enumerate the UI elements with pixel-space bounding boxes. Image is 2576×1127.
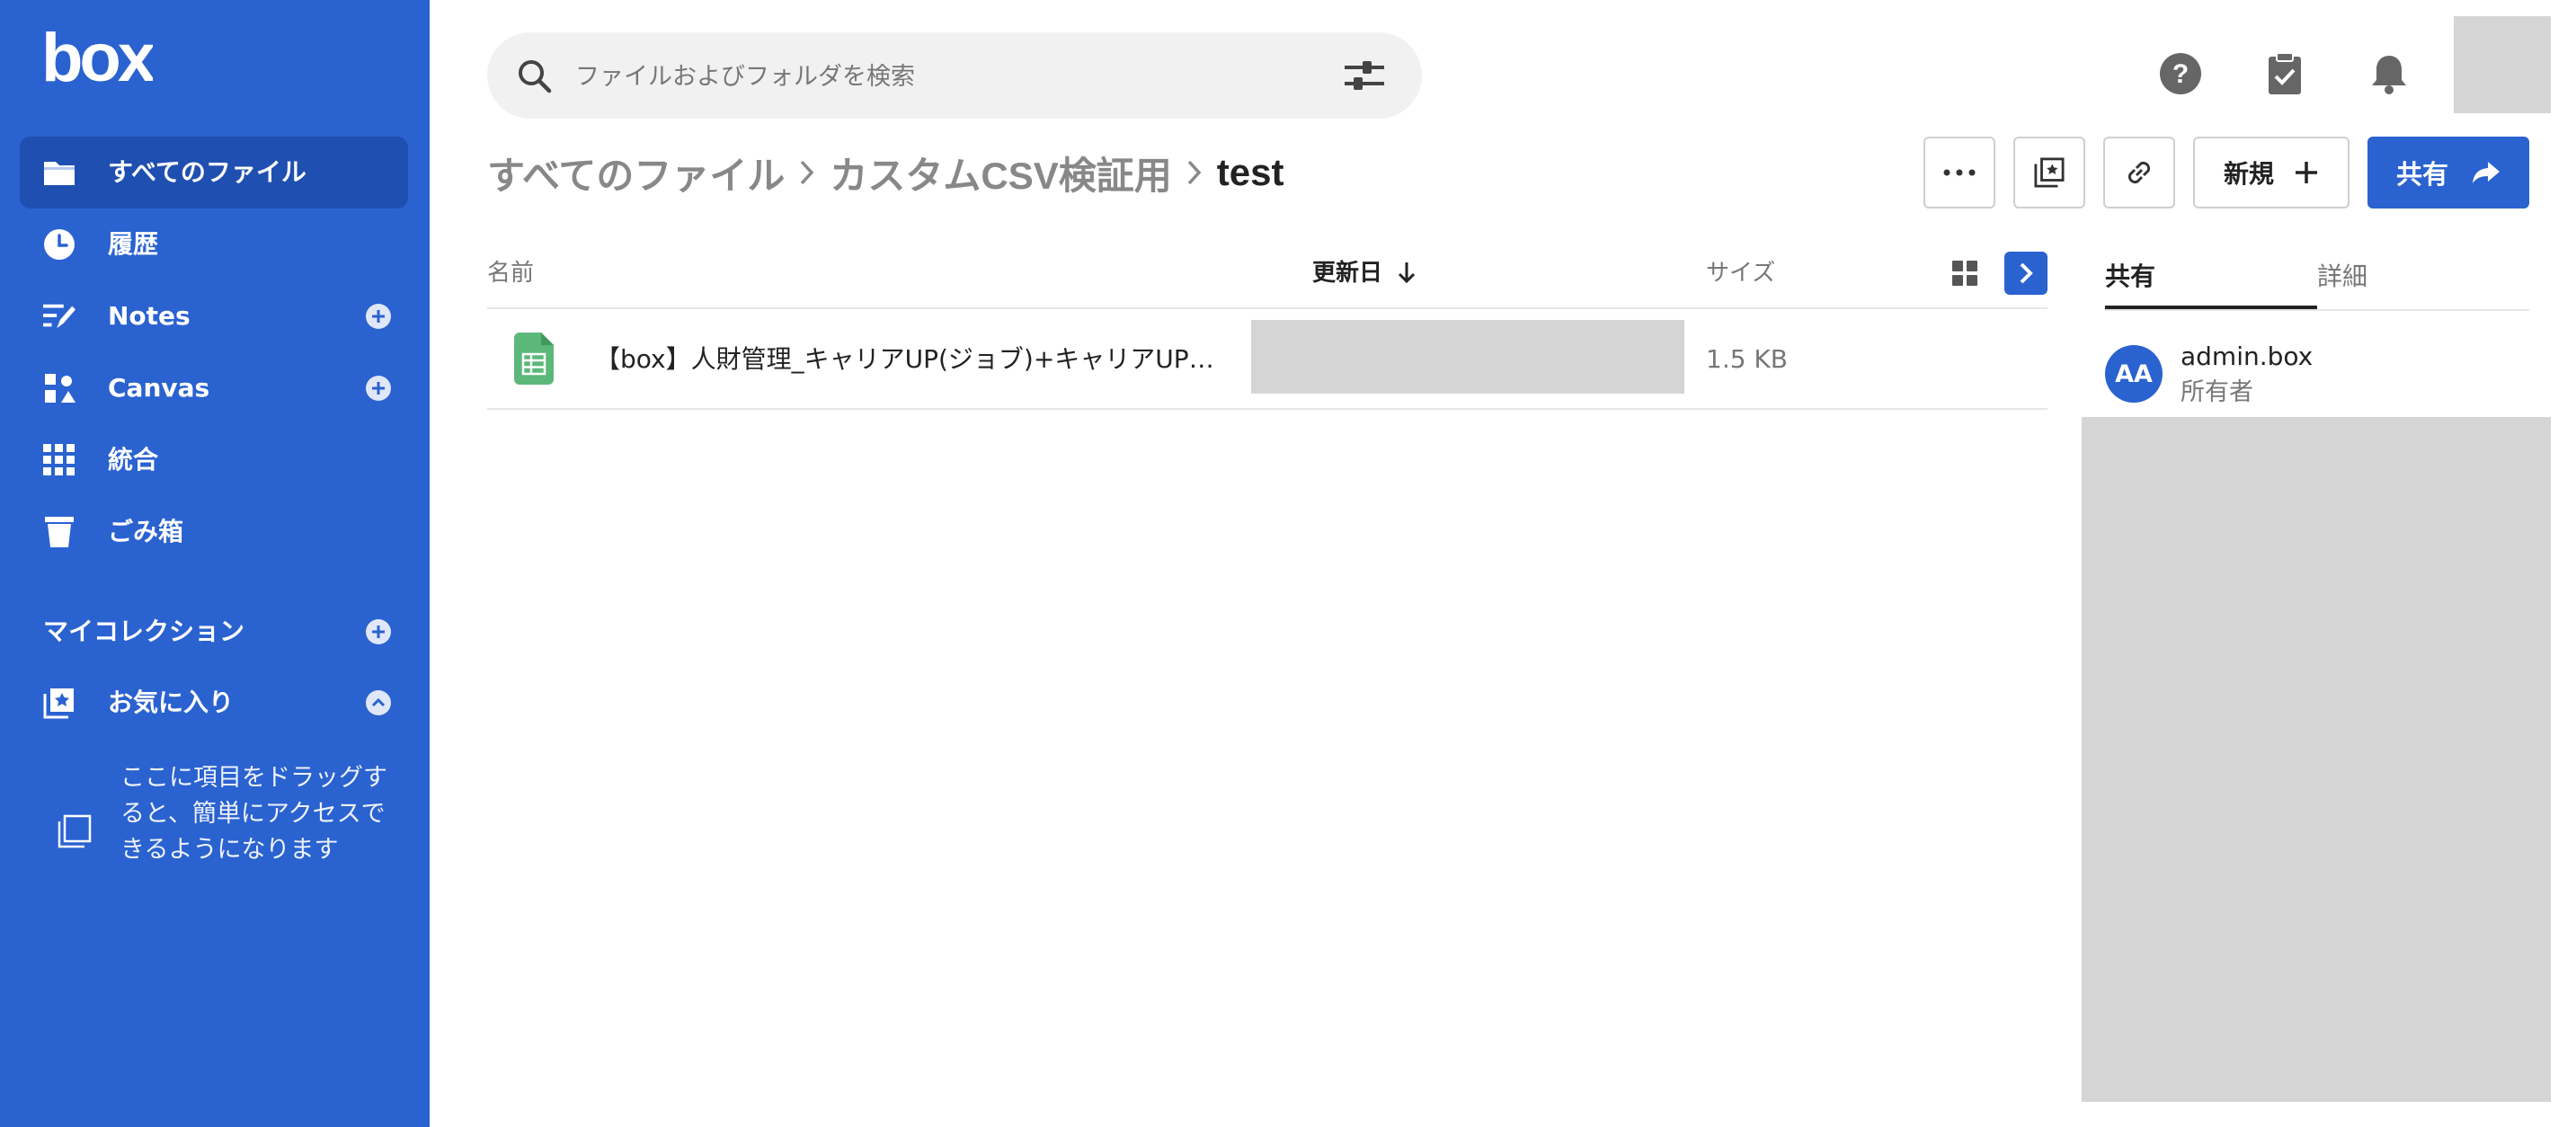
search-input[interactable]: [573, 49, 1314, 104]
box-logo[interactable]: box: [41, 27, 153, 92]
owner-role: 所有者: [2181, 378, 2253, 406]
share-arrow-icon: [2473, 162, 2500, 183]
bell-icon[interactable]: [2367, 52, 2411, 95]
sidebar-item-label: Canvas: [108, 373, 210, 403]
file-name[interactable]: 【box】人財管理_キャリアUP(ジョブ)+キャリアUP(…: [595, 311, 1215, 408]
breadcrumb-item-all-files[interactable]: すべてのファイル: [487, 146, 785, 200]
share-button[interactable]: 共有: [2367, 137, 2529, 209]
user-avatar[interactable]: [2454, 16, 2551, 113]
search-icon: [519, 60, 552, 93]
redacted-panel-content: [2082, 417, 2551, 1102]
tab-sharing[interactable]: 共有: [2105, 252, 2155, 302]
sidebar-item-history[interactable]: 履歴: [20, 209, 408, 280]
folder-icon: [43, 156, 76, 189]
sidebar-item-label: すべてのファイル: [108, 157, 306, 187]
copy-link-button[interactable]: [2103, 137, 2175, 209]
svg-text:box: box: [41, 27, 153, 92]
column-header-size[interactable]: サイズ: [1706, 253, 1775, 293]
owner-name: admin.box: [2181, 342, 2314, 371]
clock-icon: [43, 228, 76, 261]
new-button-label: 新規: [2223, 159, 2274, 189]
sidebar-item-label: ごみ箱: [108, 517, 184, 546]
add-to-collection-icon: [2034, 157, 2065, 188]
search-bar[interactable]: [487, 32, 1422, 119]
sidebar: box すべてのファイル 履歴 Notes Canvas 統合 ごみ箱 マイコレ…: [0, 0, 430, 1127]
add-to-collection-button[interactable]: [2013, 137, 2085, 209]
breadcrumb-item-folder[interactable]: カスタムCSV検証用: [830, 146, 1171, 200]
chevron-up-icon[interactable]: [365, 689, 392, 716]
favorites-empty-hint: ここに項目をドラッグすると、簡単にアクセスできるようになります: [120, 764, 387, 864]
add-collection-icon[interactable]: [365, 618, 392, 645]
tasks-icon[interactable]: [2263, 52, 2306, 95]
more-icon: [1943, 169, 1976, 176]
collapse-sidebar-button[interactable]: [2004, 252, 2047, 295]
sidebar-item-favorites[interactable]: お気に入り: [20, 667, 408, 739]
more-options-button[interactable]: [1923, 137, 1995, 209]
new-button[interactable]: 新規: [2193, 137, 2349, 209]
tab-divider: [2105, 309, 2529, 311]
chevron-right-icon: [1186, 159, 1203, 186]
sidebar-item-label: お気に入り: [108, 688, 235, 717]
apps-grid-icon: [43, 444, 76, 476]
copy-icon: [58, 814, 92, 848]
sidebar-item-all-files[interactable]: すべてのファイル: [20, 137, 408, 209]
sidebar-item-notes[interactable]: Notes: [20, 280, 408, 352]
trash-icon: [43, 516, 76, 548]
spreadsheet-file-icon: [514, 333, 554, 385]
add-canvas-icon[interactable]: [365, 375, 392, 402]
column-header-updated[interactable]: 更新日: [1312, 253, 1416, 293]
add-note-icon[interactable]: [365, 303, 392, 330]
plus-icon: [2296, 162, 2317, 183]
tab-details[interactable]: 詳細: [2317, 252, 2367, 302]
file-size: 1.5 KB: [1706, 344, 1788, 374]
column-header-updated-label: 更新日: [1312, 260, 1383, 287]
sidebar-item-label: 統合: [108, 445, 159, 475]
table-row[interactable]: 【box】人財管理_キャリアUP(ジョブ)+キャリアUP(… 1.5 KB: [487, 311, 2047, 408]
svg-text:?: ?: [2172, 59, 2189, 89]
owner-avatar[interactable]: AA: [2105, 345, 2163, 403]
redacted-date: [1251, 320, 1684, 394]
sidebar-item-integrations[interactable]: 統合: [20, 424, 408, 496]
active-tab-indicator: [2105, 306, 2317, 309]
favorites-icon: [43, 687, 76, 719]
breadcrumb: すべてのファイル カスタムCSV検証用 test: [487, 144, 1284, 201]
chevron-right-icon: [799, 159, 815, 186]
breadcrumb-current: test: [1216, 151, 1284, 193]
grid-view-icon[interactable]: [1949, 257, 1981, 289]
sidebar-item-label: 履歴: [108, 229, 159, 259]
my-collections-title: マイコレクション: [43, 617, 245, 646]
sidebar-item-canvas[interactable]: Canvas: [20, 352, 408, 424]
canvas-icon: [43, 372, 76, 404]
search-filter-icon[interactable]: [1345, 61, 1384, 90]
row-divider: [487, 408, 2047, 410]
link-icon: [2127, 161, 2151, 184]
sidebar-item-trash[interactable]: ごみ箱: [20, 496, 408, 568]
chevron-right-icon: [2020, 262, 2033, 284]
notes-icon: [43, 300, 76, 333]
list-header-divider: [487, 307, 2047, 309]
help-icon[interactable]: ?: [2159, 52, 2202, 95]
share-button-label: 共有: [2395, 159, 2448, 190]
column-header-name[interactable]: 名前: [487, 253, 534, 293]
sidebar-item-label: Notes: [108, 301, 191, 331]
sort-desc-icon: [1399, 262, 1416, 284]
